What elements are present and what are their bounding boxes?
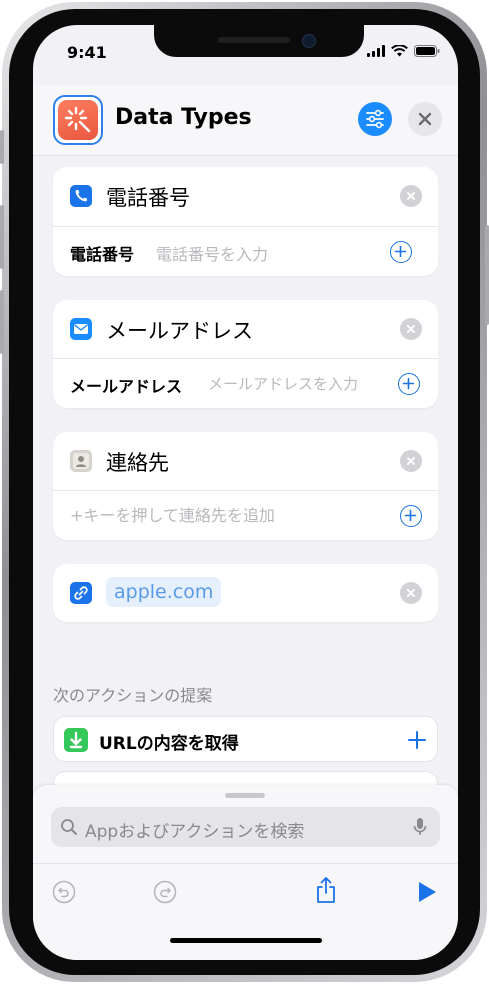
suggestion-item[interactable]: URLの内容を取得 xyxy=(53,716,438,762)
wifi-icon xyxy=(391,45,408,57)
contacts-action[interactable]: 連絡先 +キーを押して連絡先を追加 xyxy=(53,432,438,540)
plus-icon xyxy=(404,509,417,522)
magic-wand-icon xyxy=(64,106,91,133)
status-time: 9:41 xyxy=(67,43,107,62)
phone-icon xyxy=(70,185,92,207)
settings-button[interactable] xyxy=(358,102,392,136)
sheet-grabber[interactable] xyxy=(225,793,265,798)
add-contact-hint[interactable]: +キーを押して連絡先を追加 xyxy=(70,502,275,526)
close-icon xyxy=(418,112,432,126)
home-indicator[interactable] xyxy=(170,938,322,943)
search-input[interactable]: Appおよびアクションを検索 xyxy=(85,817,304,842)
close-icon xyxy=(407,192,415,200)
close-icon xyxy=(407,457,415,465)
suggestions-heading: 次のアクションの提案 xyxy=(53,686,213,705)
suggestion-label: URLの内容を取得 xyxy=(99,734,239,754)
search-field[interactable]: Appおよびアクションを検索 xyxy=(51,807,440,847)
field-label: 電話番号 xyxy=(70,245,135,264)
screen: 9:41 Data Types 電話番号 電話番号 電話番号を入力 メールアドレ… xyxy=(33,25,458,960)
add-email-button[interactable] xyxy=(398,373,420,395)
phone-number-input[interactable]: 電話番号を入力 xyxy=(156,241,268,265)
phone-number-action[interactable]: 電話番号 電話番号 電話番号を入力 xyxy=(53,167,438,276)
play-icon[interactable] xyxy=(416,880,438,904)
microphone-icon[interactable] xyxy=(412,817,428,837)
link-icon xyxy=(70,582,92,604)
volume-down-button xyxy=(0,290,4,354)
add-phone-number-button[interactable] xyxy=(390,241,412,263)
undo-icon[interactable] xyxy=(52,880,76,904)
remove-action-button[interactable] xyxy=(400,450,422,472)
plus-icon xyxy=(402,377,415,390)
url-action[interactable]: apple.com xyxy=(53,564,438,622)
remove-action-button[interactable] xyxy=(400,318,422,340)
url-token[interactable]: apple.com xyxy=(106,577,222,607)
email-address-action[interactable]: メールアドレス メールアドレス メールアドレスを入力 xyxy=(53,300,438,408)
action-title: メールアドレス xyxy=(106,319,253,343)
action-title: 連絡先 xyxy=(106,451,169,475)
status-icons xyxy=(367,45,440,57)
contacts-icon xyxy=(70,450,92,472)
redo-icon[interactable] xyxy=(153,880,177,904)
divider xyxy=(53,490,438,491)
bottom-toolbar xyxy=(33,863,458,920)
download-icon xyxy=(64,728,88,752)
notch xyxy=(154,25,364,57)
power-button xyxy=(485,225,489,325)
signal-icon xyxy=(367,45,385,57)
mute-switch xyxy=(0,130,4,164)
plus-icon[interactable] xyxy=(407,730,427,750)
close-icon xyxy=(407,589,415,597)
speaker xyxy=(218,37,290,43)
close-icon xyxy=(407,325,415,333)
shortcut-title: Data Types xyxy=(115,105,252,130)
remove-action-button[interactable] xyxy=(400,185,422,207)
shortcut-icon-button[interactable] xyxy=(53,95,103,145)
email-address-input[interactable]: メールアドレスを入力 xyxy=(208,373,358,394)
search-icon xyxy=(61,819,77,835)
sliders-icon xyxy=(366,109,384,129)
remove-action-button[interactable] xyxy=(400,582,422,604)
share-icon[interactable] xyxy=(315,876,337,904)
plus-icon xyxy=(394,245,407,258)
mail-icon xyxy=(70,318,92,340)
battery-icon xyxy=(414,45,440,57)
shortcut-header: Data Types xyxy=(33,85,458,156)
divider xyxy=(53,226,438,227)
url-value: apple.com xyxy=(114,581,214,603)
action-search-sheet: Appおよびアクションを検索 xyxy=(33,785,458,960)
front-camera xyxy=(302,34,316,48)
action-title: 電話番号 xyxy=(106,186,190,210)
field-label: メールアドレス xyxy=(70,377,183,396)
divider xyxy=(53,358,438,359)
close-button[interactable] xyxy=(408,102,442,136)
volume-up-button xyxy=(0,205,4,269)
add-contact-button[interactable] xyxy=(400,505,422,527)
